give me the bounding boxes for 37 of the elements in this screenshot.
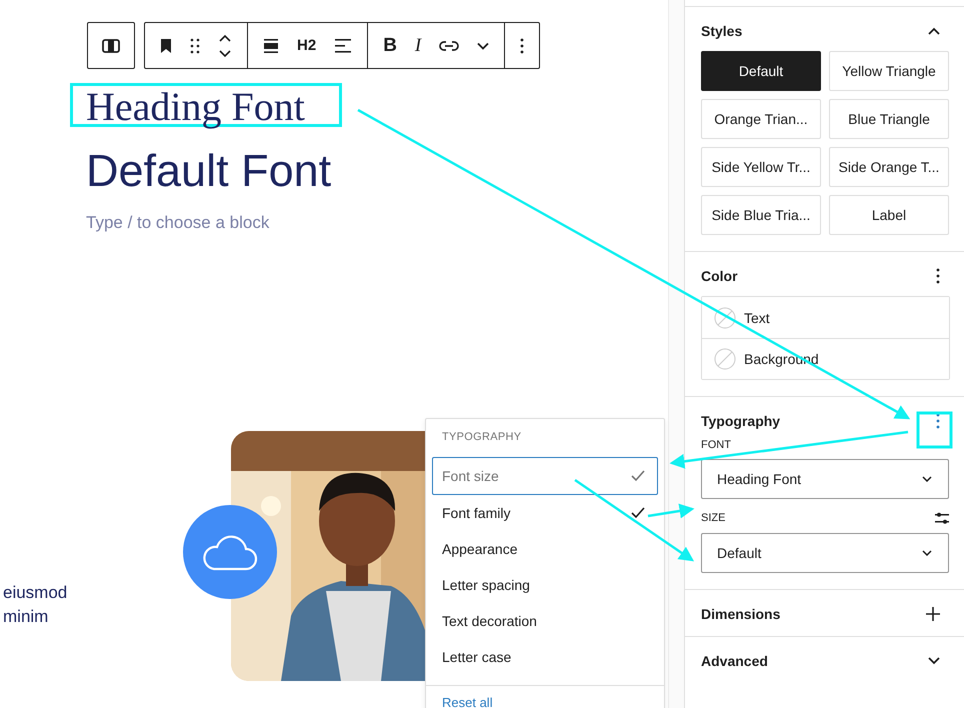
chevron-down-icon [922, 476, 932, 482]
heading-level-button[interactable]: H2 [288, 23, 326, 68]
style-option[interactable]: Blue Triangle [829, 99, 949, 139]
style-option[interactable]: Side Blue Tria... [701, 195, 821, 235]
empty-swatch-icon [714, 306, 736, 328]
collapse-icon[interactable] [928, 27, 940, 35]
style-option[interactable]: Default [701, 51, 821, 91]
style-option[interactable]: Yellow Triangle [829, 51, 949, 91]
sliders-icon[interactable] [934, 511, 950, 525]
block-placeholder[interactable]: Type / to choose a block [86, 211, 668, 235]
field-label: SIZE [701, 512, 726, 524]
paragraph-text: minim [3, 606, 50, 628]
section-title: Typography [701, 413, 780, 429]
more-options-icon[interactable] [936, 268, 940, 284]
chevron-down-icon [922, 550, 932, 556]
font-select[interactable]: Heading Font [701, 459, 949, 499]
bold-button[interactable]: B [374, 23, 406, 68]
paragraph-text: eiusmod [3, 582, 68, 604]
reset-all-link[interactable]: Reset all [432, 695, 503, 708]
section-title: Advanced [701, 653, 768, 669]
italic-button[interactable]: I [406, 23, 430, 68]
field-label: FONT [701, 439, 732, 451]
style-option[interactable]: Side Orange T... [829, 147, 949, 187]
menu-heading: TYPOGRAPHY [441, 430, 522, 445]
style-option[interactable]: Side Yellow Tr... [701, 147, 821, 187]
chevron-down-icon[interactable] [928, 657, 940, 665]
empty-swatch-icon [714, 348, 736, 370]
section-title: Color [701, 268, 738, 284]
style-option[interactable]: Label [829, 195, 949, 235]
section-title: Dimensions [701, 606, 780, 622]
style-option[interactable]: Orange Trian... [701, 99, 821, 139]
highlight-box [916, 412, 952, 448]
section-title: Styles [701, 23, 742, 39]
menu-item[interactable]: Font size [432, 457, 658, 495]
size-select[interactable]: Default [701, 533, 949, 573]
subheading-text: Default Font [86, 144, 332, 198]
plus-icon[interactable] [926, 607, 940, 621]
